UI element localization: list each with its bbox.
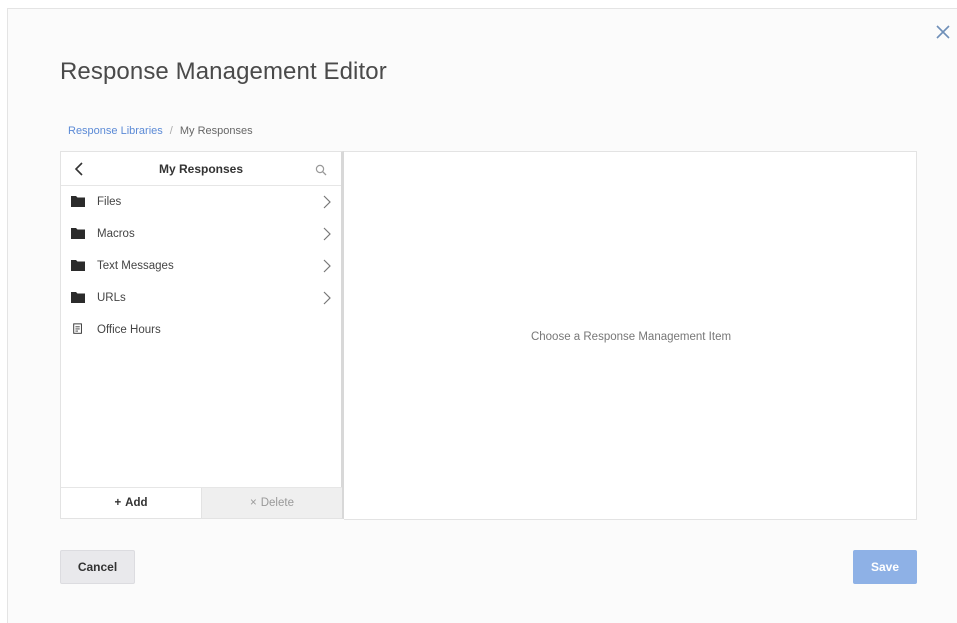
list-item-label: Macros [97, 228, 135, 240]
add-button[interactable]: + Add [61, 488, 201, 518]
breadcrumb-my-responses: My Responses [179, 125, 253, 137]
chevron-right-icon [323, 291, 331, 305]
page-title: Response Management Editor [60, 58, 387, 85]
save-button[interactable]: Save [853, 550, 917, 584]
item-detail-panel: Choose a Response Management Item [344, 151, 917, 520]
delete-button[interactable]: × Delete [201, 488, 342, 518]
empty-state-text: Choose a Response Management Item [530, 330, 732, 343]
list-item-label: Files [97, 196, 122, 208]
list-item-files[interactable]: Files [61, 186, 341, 218]
folder-icon [71, 260, 85, 271]
breadcrumb-separator: / [169, 125, 173, 137]
list-item-label: Office Hours [97, 324, 161, 336]
delete-label: Delete [260, 497, 294, 509]
chevron-right-icon [323, 195, 331, 209]
list-item-label: Text Messages [97, 260, 174, 272]
cancel-button[interactable]: Cancel [60, 550, 135, 584]
search-icon [315, 164, 327, 176]
document-icon [73, 323, 82, 334]
breadcrumb: Response Libraries / My Responses [68, 125, 253, 137]
chevron-right-icon [323, 259, 331, 273]
breadcrumb-response-libraries[interactable]: Response Libraries [68, 125, 163, 137]
list-item-macros[interactable]: Macros [61, 218, 341, 250]
chevron-left-icon [74, 162, 83, 176]
chevron-right-icon [323, 227, 331, 241]
folder-icon [71, 228, 85, 239]
plus-icon: + [114, 497, 122, 509]
browser-header: My Responses [61, 152, 341, 186]
response-editor-dialog: Response Management Editor Response Libr… [7, 8, 957, 623]
list-item-label: URLs [97, 292, 126, 304]
folder-icon [71, 292, 85, 303]
back-button[interactable] [73, 161, 87, 177]
x-icon: × [250, 497, 257, 509]
folder-icon [71, 196, 85, 207]
list-item-office-hours[interactable]: Office Hours [61, 314, 341, 346]
search-button[interactable] [315, 163, 327, 176]
close-icon [936, 25, 950, 39]
close-button[interactable] [934, 23, 952, 41]
responses-browser-panel: My Responses Files Macros Text Messages … [60, 151, 344, 519]
list-item-text-messages[interactable]: Text Messages [61, 250, 341, 282]
add-label: Add [125, 497, 148, 509]
browser-footer: + Add × Delete [61, 487, 342, 518]
response-list: Files Macros Text Messages URLs Office H… [61, 186, 341, 346]
list-item-urls[interactable]: URLs [61, 282, 341, 314]
browser-title: My Responses [158, 161, 244, 176]
